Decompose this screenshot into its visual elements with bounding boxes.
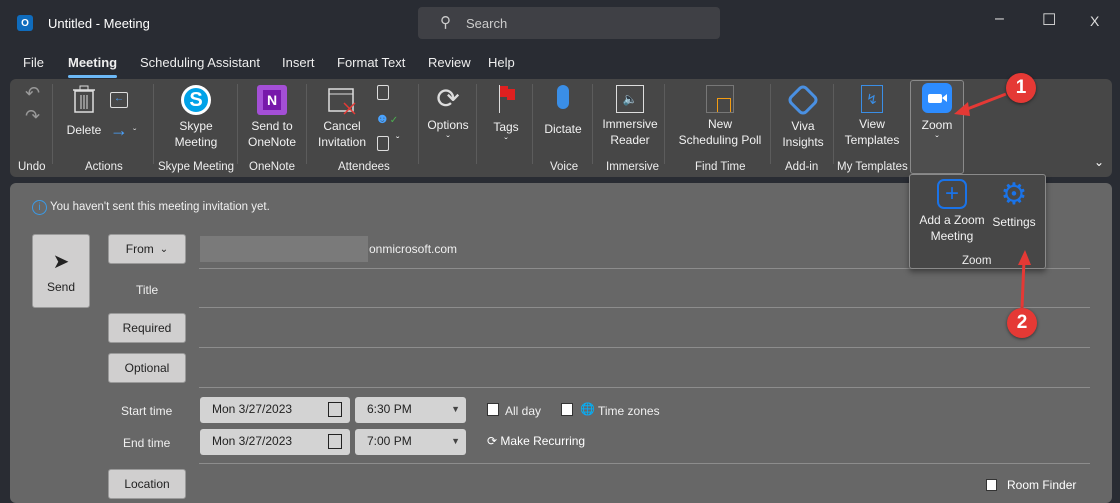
arrowhead-1	[954, 102, 970, 116]
arrow-2	[1020, 259, 1026, 309]
annotation-badge-2: 2	[1007, 308, 1037, 338]
arrowhead-2	[1018, 250, 1031, 265]
annotation-arrows	[954, 92, 1031, 309]
annotation-badge-1: 1	[1006, 73, 1036, 103]
